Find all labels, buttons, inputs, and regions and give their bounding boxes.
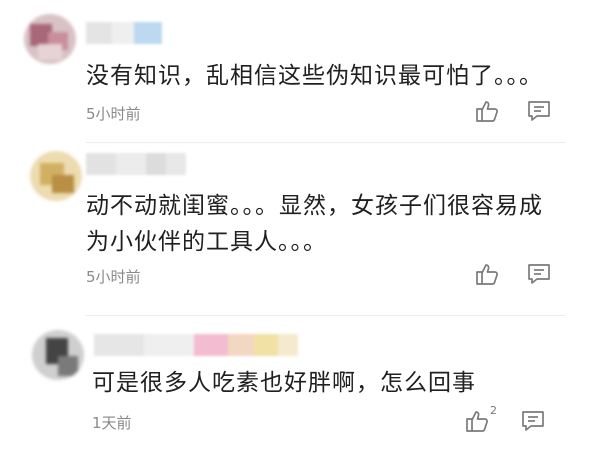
- avatar[interactable]: [24, 14, 76, 64]
- divider: [86, 315, 565, 316]
- avatar[interactable]: [32, 330, 84, 380]
- username-blurred[interactable]: [86, 22, 166, 44]
- comment-icon: [522, 411, 544, 431]
- comment-text-line-2: 为小伙伴的工具人。。。: [86, 229, 327, 255]
- comment-text: 没有知识，乱相信这些伪知识最可怕了。。。: [86, 63, 543, 89]
- avatar[interactable]: [30, 151, 82, 201]
- comment-item: 可是很多人吃素也好胖啊，怎么回事 1天前 2: [0, 318, 605, 449]
- comment-text: 可是很多人吃素也好胖啊，怎么回事: [92, 370, 476, 396]
- comment-item: 动不动就闺蜜。。。显然，女孩子们很容易成 为小伙伴的工具人。。。 5小时前: [0, 145, 605, 316]
- thumbs-up-icon: [476, 101, 498, 122]
- like-button[interactable]: [464, 408, 490, 434]
- comment-time: 5小时前: [86, 105, 141, 123]
- comment-icon: [528, 101, 550, 121]
- comment-time: 1天前: [92, 414, 132, 432]
- reply-button[interactable]: [526, 261, 552, 287]
- username-blurred[interactable]: [86, 153, 186, 175]
- thumbs-up-icon: [466, 411, 488, 432]
- like-button[interactable]: [474, 98, 500, 124]
- username-blurred[interactable]: [94, 334, 298, 356]
- divider: [86, 142, 565, 143]
- reply-button[interactable]: [520, 408, 546, 434]
- comment-time: 5小时前: [86, 268, 141, 286]
- comment-item: 没有知识，乱相信这些伪知识最可怕了。。。 5小时前: [0, 0, 605, 145]
- like-button[interactable]: [474, 261, 500, 287]
- reply-button[interactable]: [526, 98, 552, 124]
- comment-icon: [528, 264, 550, 284]
- thumbs-up-icon: [476, 264, 498, 285]
- like-count: 2: [490, 404, 497, 417]
- comment-text-line-1: 动不动就闺蜜。。。显然，女孩子们很容易成: [86, 193, 543, 219]
- comment-list: 没有知识，乱相信这些伪知识最可怕了。。。 5小时前 动不动就闺蜜。。。显然，女孩…: [0, 0, 605, 449]
